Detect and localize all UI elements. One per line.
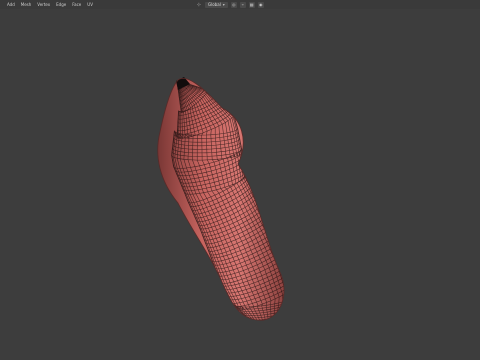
snap-magnet-icon[interactable]: ⌁ [239, 1, 246, 8]
menu-face[interactable]: Face [69, 0, 84, 9]
menu-vertex[interactable]: Vertex [34, 0, 53, 9]
snap-grid-icon[interactable]: ▦ [248, 1, 255, 8]
transform-orientation-label: Global [208, 1, 221, 7]
chevron-down-icon: ▾ [222, 1, 225, 7]
menu-mesh[interactable]: Mesh [18, 0, 35, 9]
viewport-header: Add Mesh Vertex Edge Face UV ⊹ Global ▾ … [0, 0, 480, 9]
axes-icon: ⊹ [196, 1, 202, 8]
proportional-edit-icon[interactable]: ◉ [257, 1, 264, 8]
menu-uv[interactable]: UV [84, 0, 96, 9]
transform-tools: ⊹ Global ▾ ◎ ⌁ ▦ ◉ [196, 0, 264, 9]
transform-orientation-dropdown[interactable]: Global ▾ [205, 1, 228, 8]
pivot-point-icon[interactable]: ◎ [230, 1, 237, 8]
editor-menu: Add Mesh Vertex Edge Face UV [4, 0, 96, 9]
menu-edge[interactable]: Edge [53, 0, 69, 9]
3d-viewport[interactable]: Add Mesh Vertex Edge Face UV ⊹ Global ▾ … [0, 0, 480, 360]
mesh-object[interactable] [0, 0, 480, 360]
menu-add[interactable]: Add [4, 0, 18, 9]
